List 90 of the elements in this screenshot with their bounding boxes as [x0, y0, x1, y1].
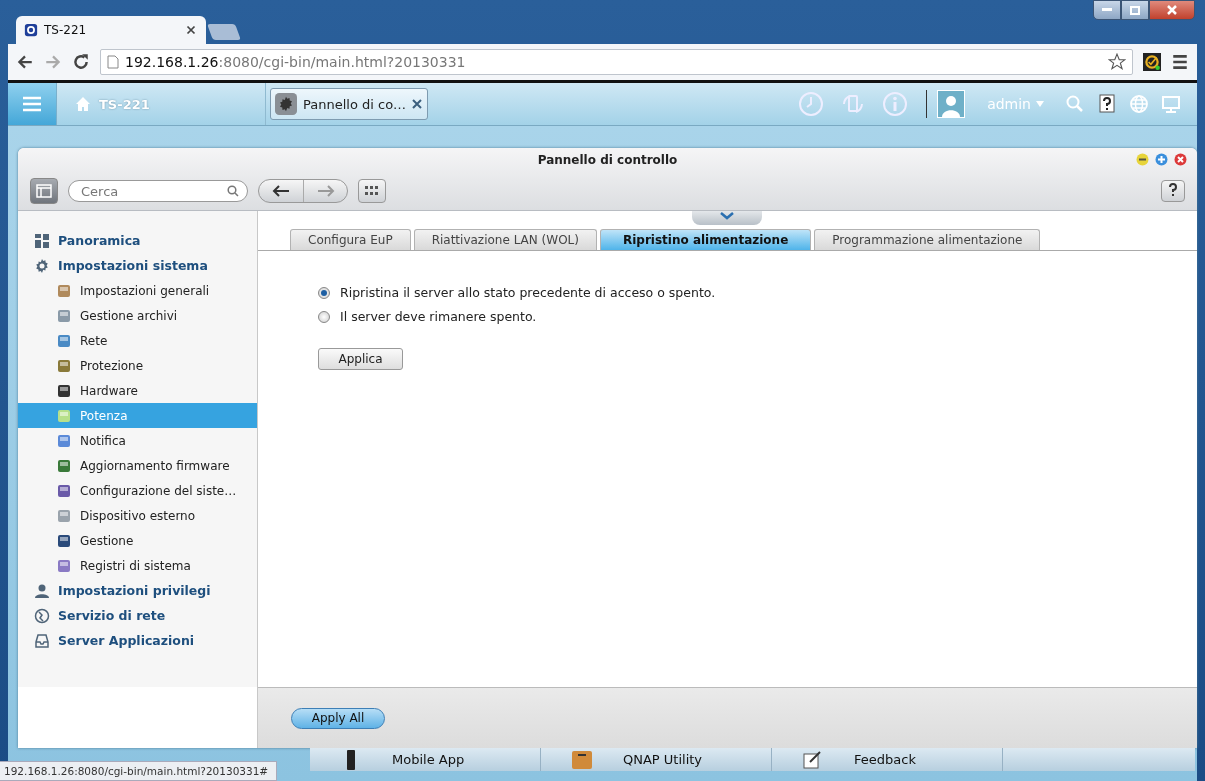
sidebar-item[interactable]: Rete: [18, 328, 257, 353]
search-field[interactable]: Cerca: [68, 180, 248, 202]
browser-tab[interactable]: TS-221: [16, 16, 206, 44]
grid-icon: [365, 186, 379, 196]
minimize-icon: [1102, 8, 1112, 12]
reload-icon[interactable]: [72, 53, 90, 71]
app-icon: [56, 532, 72, 549]
close-icon[interactable]: [412, 99, 423, 109]
extension-icon[interactable]: [1143, 53, 1161, 71]
window-title: Pannello di controllo: [537, 153, 678, 167]
tab[interactable]: Riattivazione LAN (WOL): [413, 229, 597, 250]
avatar: [937, 90, 966, 118]
option-label: Ripristina il server allo stato precedente di acceso o spento.: [340, 285, 716, 300]
sidebar-item[interactable]: Server Applicazioni: [18, 628, 257, 653]
layout-icon: [36, 184, 52, 198]
sidebar-toggle-button[interactable]: [30, 178, 58, 204]
sidebar-item[interactable]: Configurazione del siste…: [18, 478, 257, 503]
sidebar-item[interactable]: Dispositivo esterno: [18, 503, 257, 528]
sidebar-item[interactable]: Aggiornamento firmware: [18, 453, 257, 478]
app-icon: [56, 407, 72, 424]
menu-button[interactable]: [8, 83, 57, 125]
radio-button[interactable]: [318, 310, 330, 323]
collapse-handle[interactable]: [692, 211, 762, 225]
menu-icon: [22, 95, 42, 113]
question-mark-icon: [1168, 182, 1178, 197]
sidebar-item[interactable]: Panoramica: [18, 228, 257, 253]
sidebar-item[interactable]: Gestione archivi: [18, 303, 257, 328]
sidebar-item[interactable]: Notifica: [18, 428, 257, 453]
new-tab-button[interactable]: [207, 24, 241, 40]
gear-icon: [34, 257, 50, 274]
sidebar-item[interactable]: Impostazioni sistema: [18, 253, 257, 278]
gear-icon: [275, 93, 297, 115]
close-icon: [1167, 5, 1177, 15]
home-icon: [75, 96, 91, 112]
tab-title: TS-221: [44, 23, 88, 37]
edit-icon: [802, 749, 824, 770]
maximize-icon[interactable]: [1155, 153, 1168, 166]
sidebar-item[interactable]: Impostazioni privilegi: [18, 578, 257, 603]
app-icon: [56, 432, 72, 449]
dock-item[interactable]: QNAP Utility: [541, 748, 772, 771]
app-icon: [56, 332, 72, 349]
radio-button[interactable]: [318, 286, 330, 299]
close-icon[interactable]: [184, 23, 198, 37]
grid-icon: [34, 232, 50, 249]
page-icon: [107, 55, 119, 69]
right-arrow-icon: [316, 185, 335, 197]
app-logo-icon: [24, 23, 38, 37]
url-text: 192.168.1.26:8080/cgi-bin/main.html?20130331: [125, 54, 466, 70]
app-icon: [56, 357, 72, 374]
sidebar-item[interactable]: Servizio di rete: [18, 603, 257, 628]
app-icon: [56, 482, 72, 499]
apply-all-button[interactable]: Apply All: [291, 707, 385, 729]
maximize-button[interactable]: [1121, 0, 1149, 20]
minimize-button[interactable]: [1093, 0, 1121, 20]
tab[interactable]: Programmazione alimentazione: [814, 229, 1041, 250]
tab[interactable]: Ripristino alimentazione: [599, 229, 812, 250]
search-icon: [227, 185, 239, 197]
app-icon: [56, 457, 72, 474]
sidebar-item[interactable]: Impostazioni generali: [18, 278, 257, 303]
close-icon[interactable]: [1174, 153, 1187, 166]
minimize-icon[interactable]: [1136, 153, 1149, 166]
app-icon: [56, 307, 72, 324]
close-button[interactable]: [1149, 0, 1195, 20]
back-arrow-icon[interactable]: [16, 53, 34, 71]
status-bar: 192.168.1.26:8080/cgi-bin/main.html?20130331#: [0, 761, 278, 781]
dock-item[interactable]: Mobile App: [310, 748, 541, 771]
dock-item[interactable]: Feedback: [772, 748, 1003, 771]
app-icon: [56, 282, 72, 299]
star-icon[interactable]: [1108, 53, 1126, 71]
address-bar[interactable]: 192.168.1.26:8080/cgi-bin/main.html?20130331: [100, 49, 1133, 75]
sidebar-item[interactable]: Protezione: [18, 353, 257, 378]
left-arrow-icon: [272, 185, 290, 197]
box-icon: [571, 749, 593, 770]
person-icon: [34, 582, 50, 599]
app-tab[interactable]: Pannello di co…: [270, 88, 428, 120]
sidebar-item[interactable]: Gestione: [18, 528, 257, 553]
app-icon: [56, 507, 72, 524]
maximize-icon: [1130, 5, 1140, 15]
app-icon: [56, 557, 72, 574]
option-label: Il server deve rimanere spento.: [340, 309, 537, 324]
sidebar-item[interactable]: Hardware: [18, 378, 257, 403]
tray-icon: [34, 632, 50, 649]
menu-icon[interactable]: [1171, 53, 1189, 71]
help-icon[interactable]: [1097, 94, 1117, 114]
app-icon: [56, 382, 72, 399]
apply-button[interactable]: Applica: [318, 348, 403, 370]
sidebar-item[interactable]: Registri di sistema: [18, 553, 257, 578]
tab[interactable]: Configura EuP: [290, 229, 411, 250]
help-button[interactable]: [1161, 180, 1185, 202]
app-grid-button[interactable]: [358, 179, 386, 203]
